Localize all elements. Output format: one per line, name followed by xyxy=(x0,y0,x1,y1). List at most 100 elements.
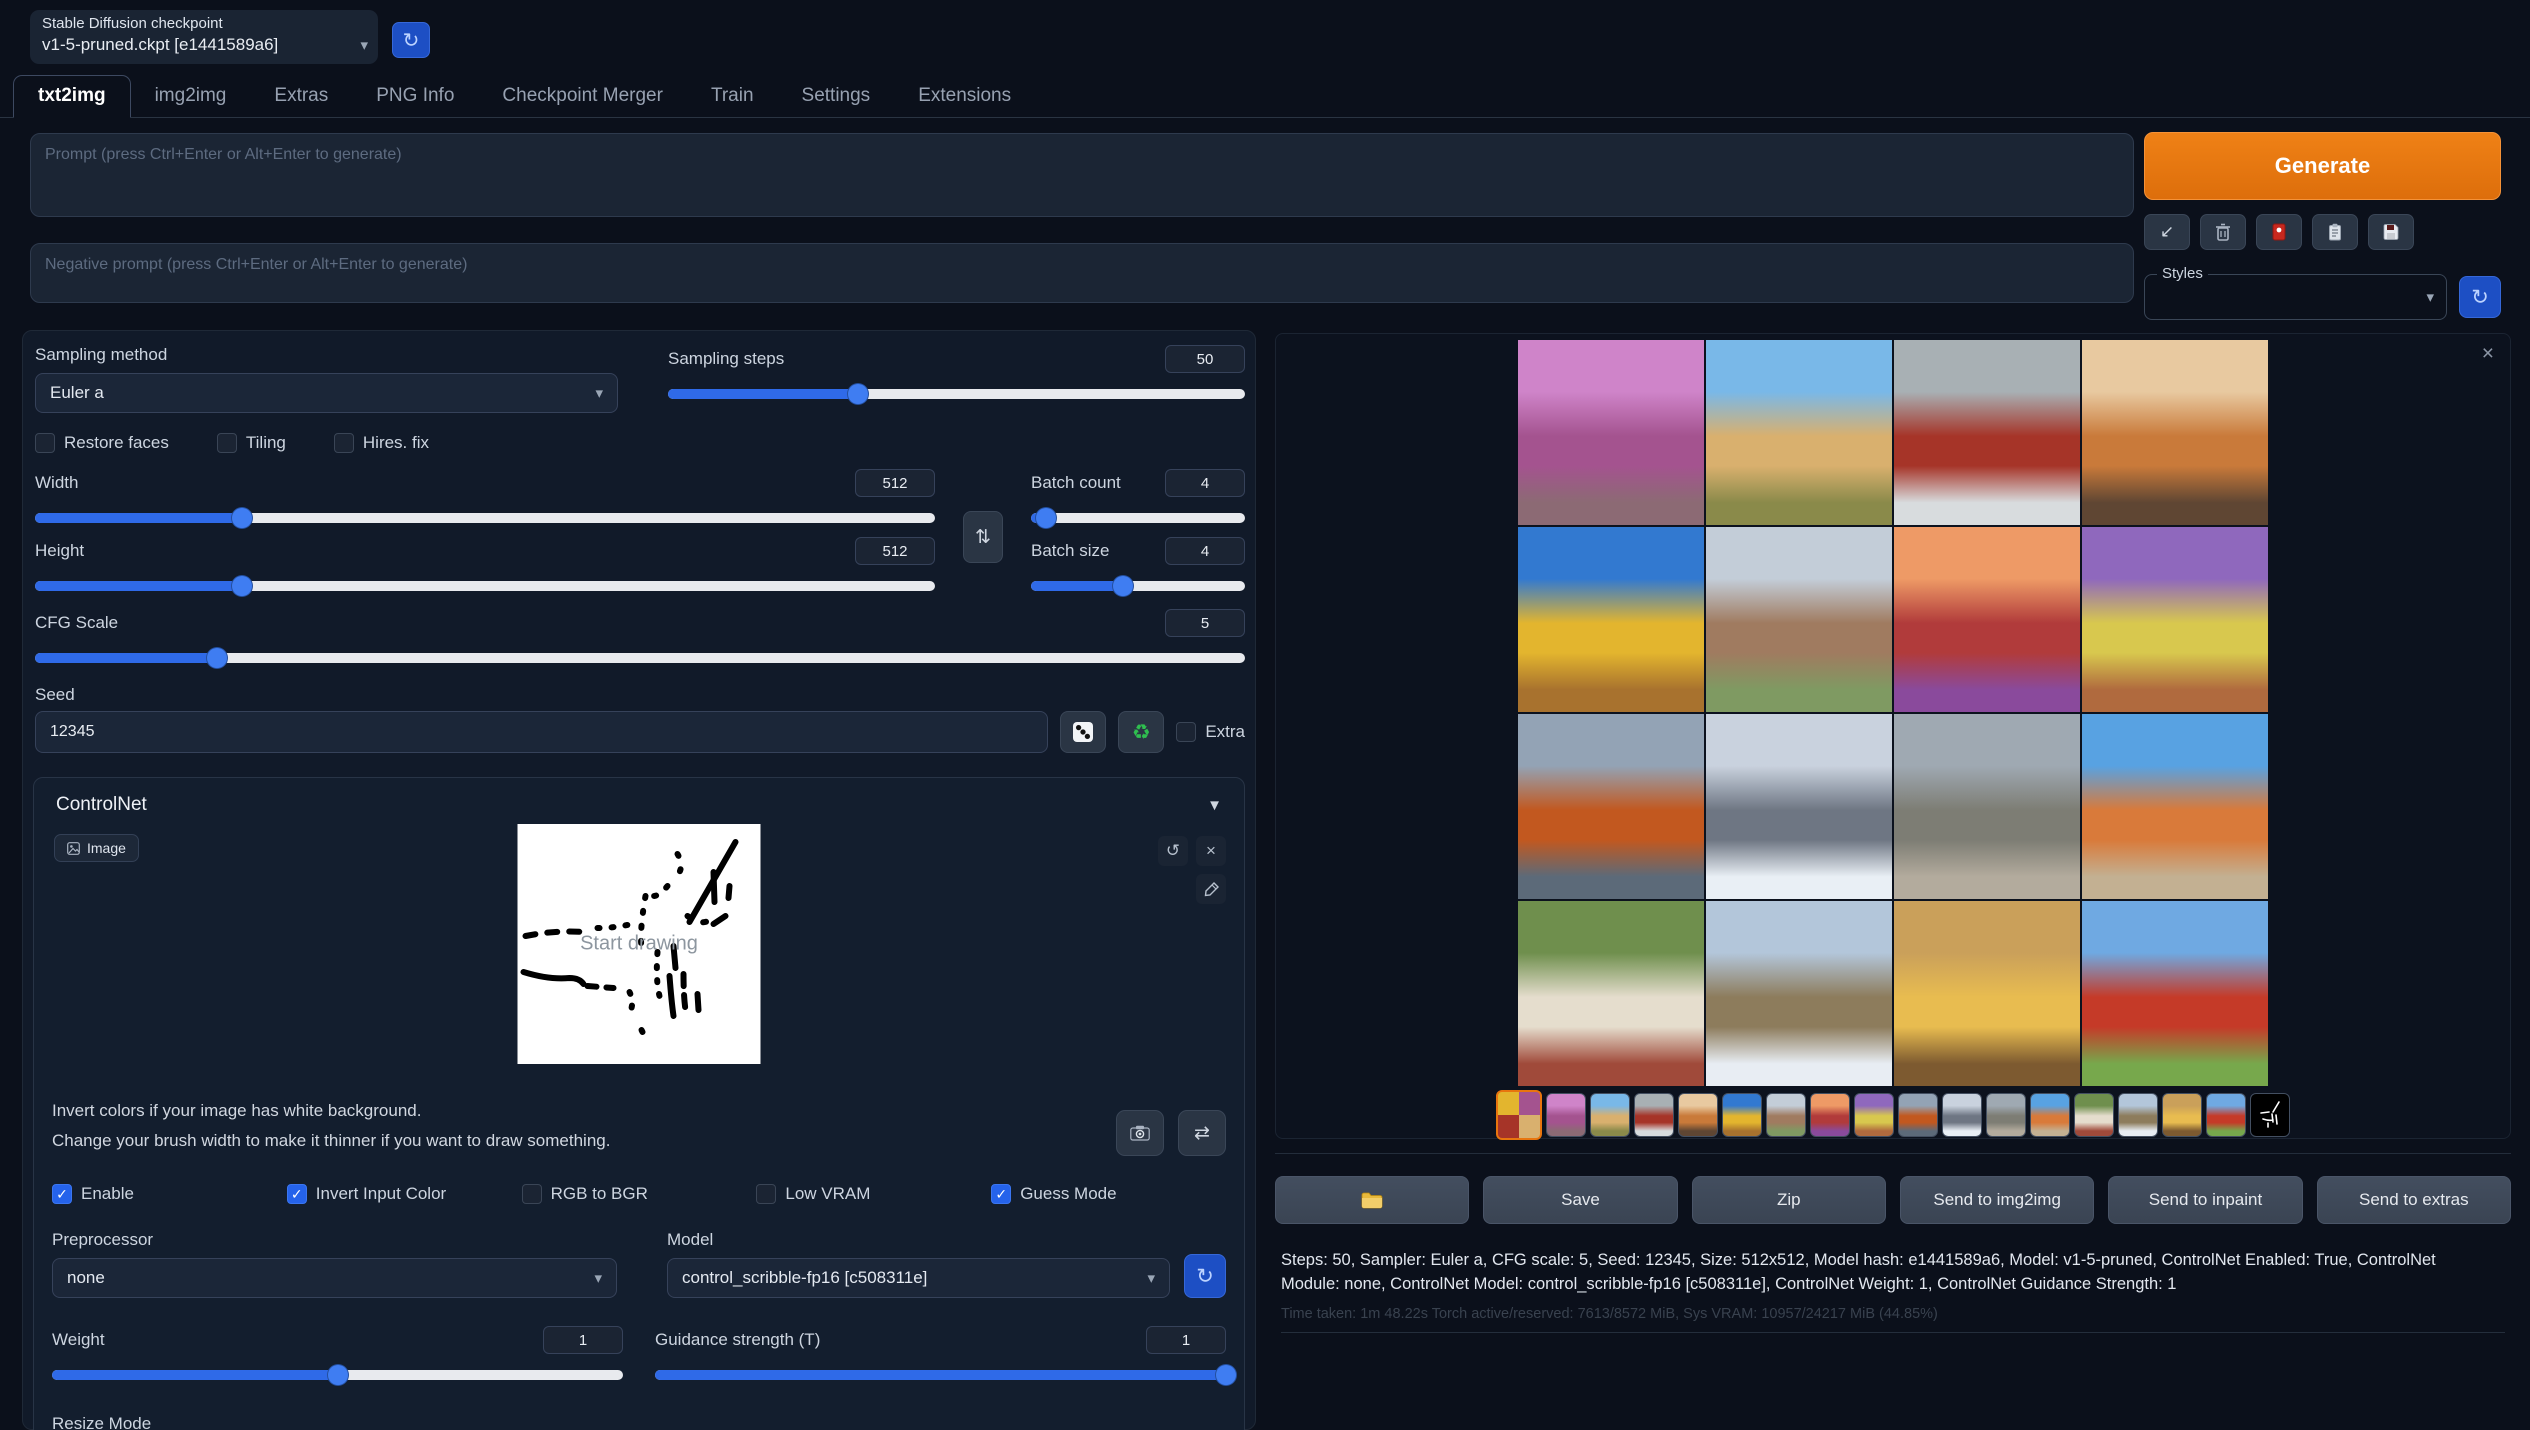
gallery-image[interactable] xyxy=(2082,527,2268,712)
batch-size-slider[interactable] xyxy=(1031,581,1245,591)
model-refresh-button[interactable]: ↻ xyxy=(1184,1254,1226,1298)
reuse-seed-button[interactable]: ♻ xyxy=(1118,711,1164,753)
height-input[interactable] xyxy=(855,537,935,565)
width-slider[interactable] xyxy=(35,513,935,523)
thumbnail-image[interactable] xyxy=(2162,1093,2202,1137)
thumbnail-image[interactable] xyxy=(1898,1093,1938,1137)
zip-button[interactable]: Zip xyxy=(1692,1176,1886,1224)
gallery-image[interactable] xyxy=(2082,901,2268,1086)
height-slider[interactable] xyxy=(35,581,935,591)
scribble-canvas[interactable]: Start drawing xyxy=(518,824,761,1064)
gallery-image[interactable] xyxy=(1518,901,1704,1086)
tiling-checkbox[interactable]: Tiling xyxy=(217,433,286,453)
controlnet-image-tab[interactable]: Image xyxy=(54,834,139,862)
thumbnail-image[interactable] xyxy=(1810,1093,1850,1137)
thumbnail-image[interactable] xyxy=(1634,1093,1674,1137)
gallery-image[interactable] xyxy=(1894,714,2080,899)
invert-input-color-checkbox[interactable]: Invert Input Color xyxy=(287,1184,522,1204)
tab-settings[interactable]: Settings xyxy=(778,76,895,117)
gallery-close-button[interactable]: × xyxy=(2482,342,2494,366)
tab-extensions[interactable]: Extensions xyxy=(894,76,1035,117)
thumbnail-image[interactable] xyxy=(2118,1093,2158,1137)
paste-params-button[interactable]: ↙ xyxy=(2144,214,2190,250)
thumbnail-image[interactable] xyxy=(2206,1093,2246,1137)
gallery-image[interactable] xyxy=(1518,527,1704,712)
thumbnail-image[interactable] xyxy=(1942,1093,1982,1137)
thumbnail-image[interactable] xyxy=(2074,1093,2114,1137)
gallery-image[interactable] xyxy=(1706,527,1892,712)
clear-image-button[interactable]: × xyxy=(1196,836,1226,866)
tab-png-info[interactable]: PNG Info xyxy=(352,76,478,117)
extra-networks-button[interactable] xyxy=(2256,214,2302,250)
seed-extra-checkbox[interactable]: Extra xyxy=(1176,722,1245,742)
batch-count-input[interactable] xyxy=(1165,469,1245,497)
checkpoint-dropdown[interactable]: v1-5-pruned.ckpt [e1441589a6] ▾ xyxy=(42,35,368,55)
guidance-strength-input[interactable] xyxy=(1146,1326,1226,1354)
preprocessor-dropdown[interactable]: none ▾ xyxy=(52,1258,617,1298)
styles-dropdown[interactable]: Styles ▾ xyxy=(2144,274,2447,320)
gallery-image[interactable] xyxy=(1706,714,1892,899)
cfg-scale-input[interactable] xyxy=(1165,609,1245,637)
thumbnail-scribble[interactable] xyxy=(2250,1093,2290,1137)
thumbnail-image[interactable] xyxy=(1590,1093,1630,1137)
controlnet-accordion-header[interactable]: ControlNet ▼ xyxy=(52,778,1226,822)
gallery-image[interactable] xyxy=(1894,901,2080,1086)
hires-fix-checkbox[interactable]: Hires. fix xyxy=(334,433,429,453)
tab-extras[interactable]: Extras xyxy=(250,76,352,117)
controlnet-enable-checkbox[interactable]: Enable xyxy=(52,1184,287,1204)
thumbnail-image[interactable] xyxy=(1722,1093,1762,1137)
thumbnail-image[interactable] xyxy=(1986,1093,2026,1137)
thumbnail-image[interactable] xyxy=(1678,1093,1718,1137)
thumbnail-grid-selected[interactable] xyxy=(1496,1090,1542,1140)
gallery-image[interactable] xyxy=(1894,527,2080,712)
random-seed-button[interactable] xyxy=(1060,711,1106,753)
gallery-image[interactable] xyxy=(2082,714,2268,899)
clear-prompt-button[interactable] xyxy=(2200,214,2246,250)
gallery-image[interactable] xyxy=(1706,340,1892,525)
gallery-image[interactable] xyxy=(1894,340,2080,525)
guess-mode-checkbox[interactable]: Guess Mode xyxy=(991,1184,1226,1204)
thumbnail-image[interactable] xyxy=(1854,1093,1894,1137)
swap-width-height-button[interactable]: ⇅ xyxy=(963,511,1003,563)
save-button[interactable]: Save xyxy=(1483,1176,1677,1224)
apply-styles-button[interactable] xyxy=(2312,214,2358,250)
controlnet-model-dropdown[interactable]: control_scribble-fp16 [c508311e] ▾ xyxy=(667,1258,1170,1298)
undo-button[interactable]: ↺ xyxy=(1158,836,1188,866)
width-input[interactable] xyxy=(855,469,935,497)
weight-input[interactable] xyxy=(543,1326,623,1354)
guidance-strength-slider[interactable] xyxy=(655,1370,1226,1380)
sampling-steps-input[interactable] xyxy=(1165,345,1245,373)
gallery-image[interactable] xyxy=(2082,340,2268,525)
batch-size-input[interactable] xyxy=(1165,537,1245,565)
thumbnail-image[interactable] xyxy=(1546,1093,1586,1137)
rgb-to-bgr-checkbox[interactable]: RGB to BGR xyxy=(522,1184,757,1204)
generate-button[interactable]: Generate xyxy=(2144,132,2501,200)
tab-img2img[interactable]: img2img xyxy=(131,76,251,117)
seed-input[interactable] xyxy=(35,711,1048,753)
low-vram-checkbox[interactable]: Low VRAM xyxy=(756,1184,991,1204)
restore-faces-checkbox[interactable]: Restore faces xyxy=(35,433,169,453)
send-to-inpaint-button[interactable]: Send to inpaint xyxy=(2108,1176,2302,1224)
weight-slider[interactable] xyxy=(52,1370,623,1380)
open-folder-button[interactable] xyxy=(1275,1176,1469,1224)
tab-train[interactable]: Train xyxy=(687,76,778,117)
webcam-button[interactable] xyxy=(1116,1110,1164,1156)
sampling-method-dropdown[interactable]: Euler a ▾ xyxy=(35,373,618,413)
negative-prompt-input[interactable] xyxy=(30,243,2134,303)
cfg-scale-slider[interactable] xyxy=(35,653,1245,663)
brush-button[interactable] xyxy=(1196,874,1226,904)
batch-count-slider[interactable] xyxy=(1031,513,1245,523)
sampling-steps-slider[interactable] xyxy=(668,389,1245,399)
tab-txt2img[interactable]: txt2img xyxy=(13,75,131,118)
styles-refresh-button[interactable]: ↻ xyxy=(2459,276,2501,318)
thumbnail-image[interactable] xyxy=(1766,1093,1806,1137)
tab-checkpoint-merger[interactable]: Checkpoint Merger xyxy=(478,76,687,117)
mirror-webcam-button[interactable]: ⇄ xyxy=(1178,1110,1226,1156)
save-style-button[interactable] xyxy=(2368,214,2414,250)
send-to-extras-button[interactable]: Send to extras xyxy=(2317,1176,2511,1224)
send-to-img2img-button[interactable]: Send to img2img xyxy=(1900,1176,2094,1224)
gallery-image[interactable] xyxy=(1518,714,1704,899)
gallery-image[interactable] xyxy=(1518,340,1704,525)
gallery-image[interactable] xyxy=(1706,901,1892,1086)
checkpoint-refresh-button[interactable]: ↻ xyxy=(392,22,430,58)
